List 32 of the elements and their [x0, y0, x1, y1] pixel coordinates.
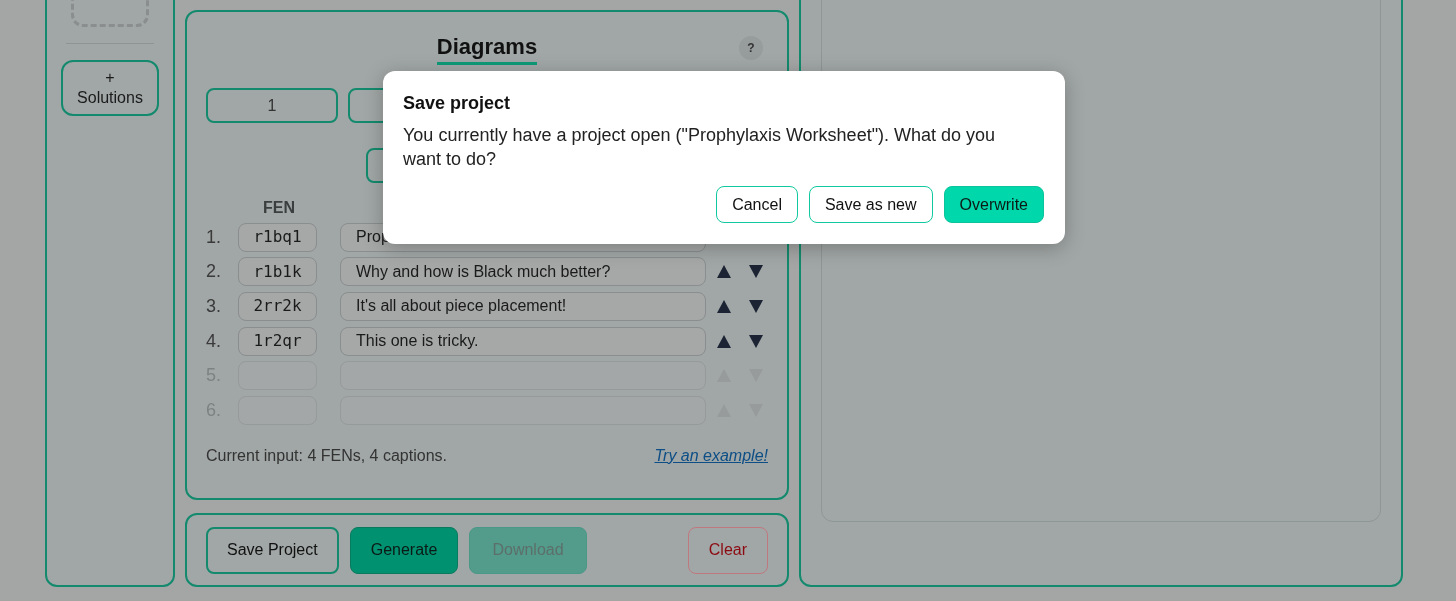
- row-number: 3.: [206, 295, 222, 318]
- add-solutions-button[interactable]: + Solutions: [61, 60, 159, 116]
- dialog-button[interactable]: Save as new: [808, 186, 933, 223]
- move-down-icon[interactable]: [749, 334, 763, 348]
- fen-field[interactable]: 2rr2k: [238, 292, 317, 321]
- move-up-icon[interactable]: [717, 334, 731, 348]
- help-icon[interactable]: ?: [739, 36, 763, 60]
- action-button[interactable]: Save Project: [206, 526, 339, 574]
- fen-field[interactable]: r1b1k: [238, 257, 317, 287]
- row-number: 2.: [206, 260, 222, 284]
- dialog-button[interactable]: Overwrite: [943, 186, 1044, 223]
- move-up-icon[interactable]: [717, 265, 731, 279]
- action-button[interactable]: Clear: [687, 526, 768, 574]
- dialog-title: Save project: [403, 92, 512, 115]
- action-button[interactable]: Generate: [349, 526, 459, 574]
- move-up-icon[interactable]: [717, 300, 731, 313]
- caption-field[interactable]: This one is tricky.: [340, 326, 706, 356]
- dialog-message: You currently have a project open ("Prophylaxis Worksheet"). What do you want to do?: [403, 124, 997, 171]
- fen-field[interactable]: r1bq1: [238, 222, 317, 252]
- column-header: FEN: [263, 198, 296, 218]
- example-link[interactable]: Try an example!: [654, 443, 768, 468]
- move-down-icon[interactable]: [749, 300, 763, 313]
- dialog-button[interactable]: Cancel: [716, 186, 798, 223]
- panel-title: Diagrams: [436, 33, 538, 65]
- row-number: 1.: [206, 225, 222, 249]
- status-text: Current input: 4 FENs, 4 captions.: [206, 445, 447, 466]
- fen-field[interactable]: 1r2qr: [238, 326, 317, 356]
- diagram-select-button[interactable]: 1: [206, 88, 338, 123]
- move-down-icon[interactable]: [749, 265, 763, 279]
- caption-field[interactable]: It's all about piece placement!: [340, 292, 706, 321]
- caption-field[interactable]: Why and how is Black much better?: [340, 257, 706, 287]
- row-number: 4.: [206, 329, 222, 353]
